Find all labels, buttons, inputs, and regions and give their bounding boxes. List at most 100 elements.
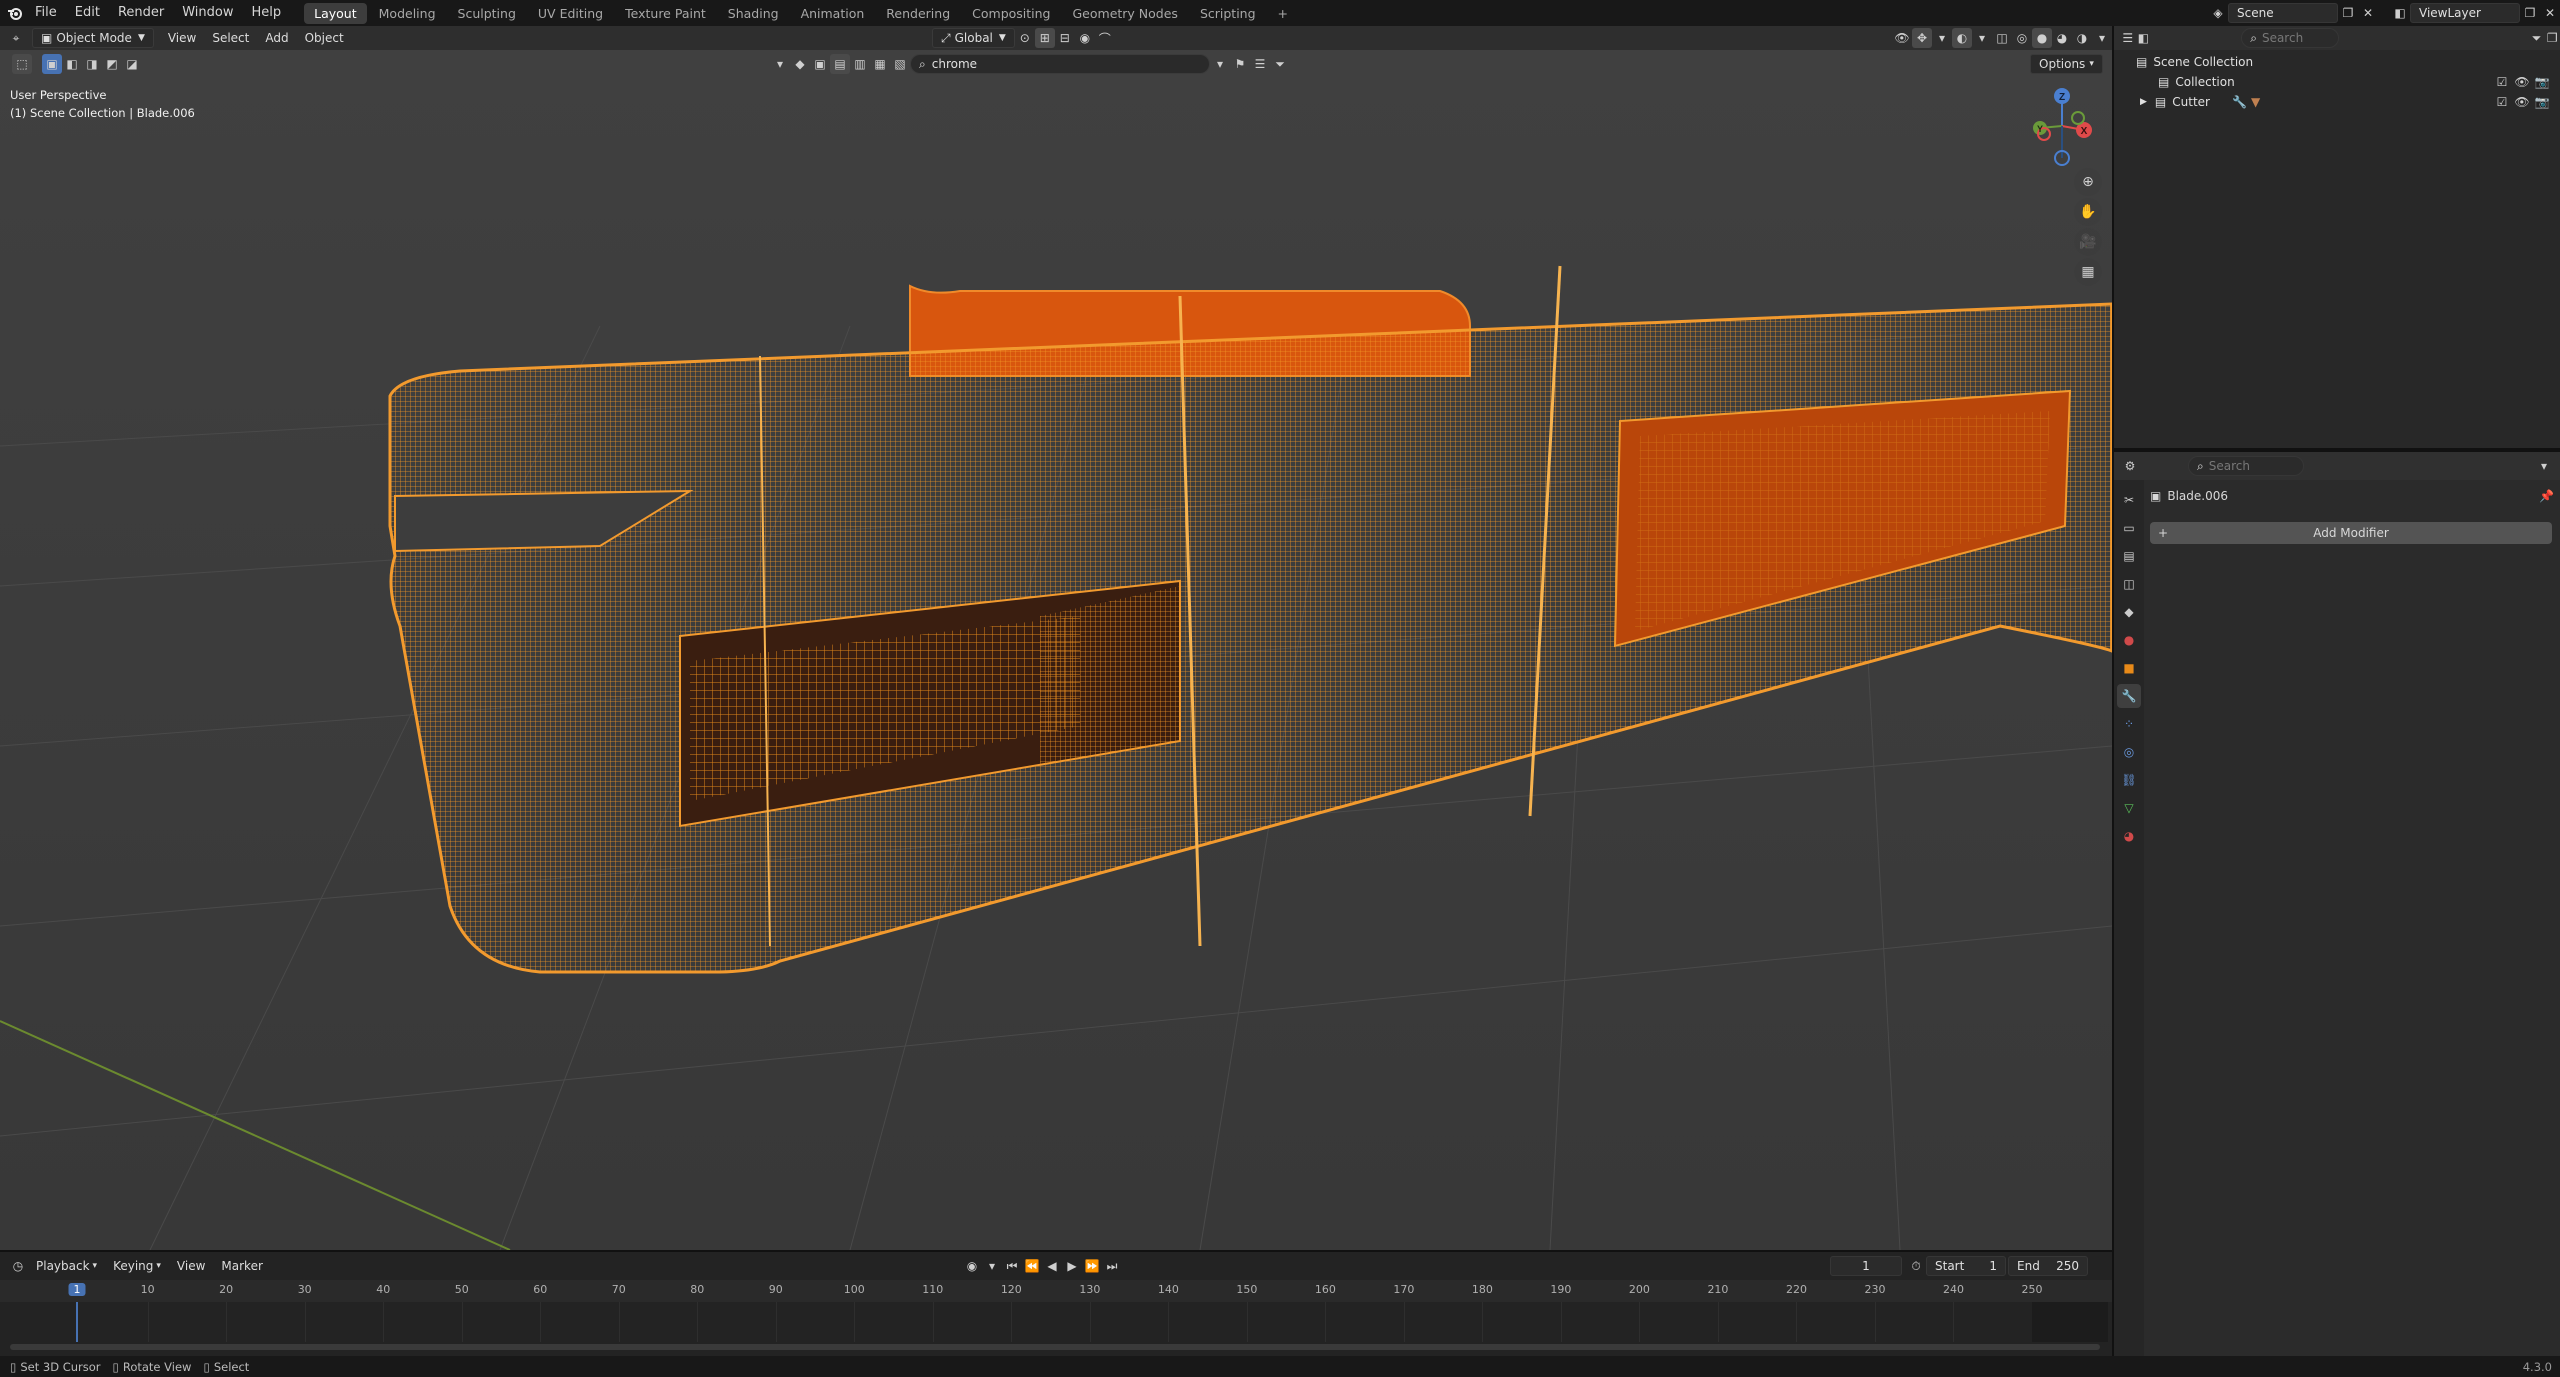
add-modifier-button[interactable]: + Add Modifier <box>2150 522 2552 544</box>
object-type-icon[interactable]: ◆ <box>790 54 810 74</box>
record-icon[interactable]: ◉ <box>962 1256 982 1276</box>
area-divider[interactable] <box>2112 26 2114 1356</box>
pin-icon[interactable]: 📌 <box>2539 489 2554 503</box>
filter-icon[interactable]: ⏷ <box>1270 54 1290 74</box>
select-invert-icon[interactable]: ◩ <box>102 54 122 74</box>
physics-tab-icon[interactable]: ◎ <box>2117 740 2141 764</box>
timeline-menu-marker[interactable]: Marker <box>213 1256 270 1276</box>
eye-icon[interactable]: 👁 <box>2512 92 2532 112</box>
new-view-layer-icon[interactable]: ❐ <box>2520 3 2540 23</box>
view-layer-tab-icon[interactable]: ◫ <box>2117 572 2141 596</box>
menu-window[interactable]: Window <box>173 0 242 26</box>
menu-file[interactable]: File <box>26 0 66 26</box>
display-mode-icon[interactable]: ☰ <box>1250 54 1270 74</box>
play-icon[interactable]: ▶ <box>1062 1256 1082 1276</box>
3d-viewport[interactable] <box>0 26 2112 1250</box>
overlays-toggle-icon[interactable]: ◐ <box>1952 28 1972 48</box>
camera-icon[interactable]: 📷 <box>2532 92 2552 112</box>
object-tab-icon[interactable]: ■ <box>2117 656 2141 680</box>
timeline-menu-playback[interactable]: Playback ▾ <box>28 1256 105 1276</box>
menu-edit[interactable]: Edit <box>66 0 109 26</box>
output-tab-icon[interactable]: ▤ <box>2117 544 2141 568</box>
tab-shading[interactable]: Shading <box>718 3 789 24</box>
area-divider[interactable] <box>0 1250 2112 1252</box>
chevron-down-icon[interactable]: ▾ <box>770 54 790 74</box>
current-frame-field[interactable]: 1 <box>1830 1256 1902 1276</box>
filter-icon[interactable]: ⏷ <box>2529 28 2545 48</box>
snap-target-icon[interactable]: ⊟ <box>1055 28 1075 48</box>
start-frame-field[interactable]: Start 1 <box>1926 1256 2006 1276</box>
navigation-gizmo[interactable]: Z X Y <box>2016 84 2100 174</box>
tab-sculpting[interactable]: Sculpting <box>448 3 526 24</box>
wireframe-shading-icon[interactable]: ◎ <box>2012 28 2032 48</box>
light-filter-icon[interactable]: ▥ <box>850 54 870 74</box>
rendered-shading-icon[interactable]: ◑ <box>2072 28 2092 48</box>
world-tab-icon[interactable]: ● <box>2117 628 2141 652</box>
end-frame-field[interactable]: End 250 <box>2008 1256 2088 1276</box>
tab-layout[interactable]: Layout <box>304 2 367 24</box>
chevron-down-icon[interactable]: ▾ <box>2534 456 2554 476</box>
outliner-row-collection[interactable]: ▤ Collection ☑ 👁 📷 <box>2114 72 2560 92</box>
tab-scripting[interactable]: Scripting <box>1190 3 1266 24</box>
camera-view-icon[interactable]: 🎥 <box>2074 228 2102 256</box>
delete-view-layer-icon[interactable]: ✕ <box>2540 3 2560 23</box>
modifier-tab-icon[interactable]: 🔧 <box>2117 684 2141 708</box>
pivot-icon[interactable]: ⊙ <box>1015 28 1035 48</box>
data-tab-icon[interactable]: ▽ <box>2117 796 2141 820</box>
proportional-edit-icon[interactable]: ◉ <box>1075 28 1095 48</box>
properties-search-input[interactable]: ⌕ Search <box>2188 456 2304 476</box>
new-scene-icon[interactable]: ❐ <box>2338 3 2358 23</box>
timeline-menu-view[interactable]: View <box>169 1256 213 1276</box>
empty-filter-icon[interactable]: ▦ <box>870 54 890 74</box>
particles-tab-icon[interactable]: ⁘ <box>2117 712 2141 736</box>
tab-compositing[interactable]: Compositing <box>962 3 1060 24</box>
play-reverse-icon[interactable]: ◀ <box>1042 1256 1062 1276</box>
select-intersect-icon[interactable]: ◪ <box>122 54 142 74</box>
tab-uv-editing[interactable]: UV Editing <box>528 3 613 24</box>
display-mode-icon[interactable]: ◧ <box>2136 28 2152 48</box>
scene-icon[interactable]: ◈ <box>2208 3 2228 23</box>
viewport-menu-add[interactable]: Add <box>257 28 296 48</box>
visibility-icon[interactable]: 👁 <box>1892 28 1912 48</box>
playhead-line[interactable] <box>76 1302 78 1342</box>
camera-icon[interactable]: 📷 <box>2532 72 2552 92</box>
overlays-menu-icon[interactable]: ▾ <box>1972 28 1992 48</box>
chevron-down-icon[interactable]: ▾ <box>982 1256 1002 1276</box>
tab-modeling[interactable]: Modeling <box>369 3 446 24</box>
other-filter-icon[interactable]: ▧ <box>890 54 910 74</box>
jump-start-icon[interactable]: ⏮ <box>1002 1256 1022 1276</box>
select-box-icon[interactable]: ⬚ <box>12 54 32 74</box>
area-divider[interactable] <box>2114 448 2560 452</box>
chevron-down-icon[interactable]: ▾ <box>1210 54 1230 74</box>
editor-type-icon[interactable]: ⌖ <box>6 28 26 48</box>
tool-tab-icon[interactable]: ✂ <box>2117 488 2141 512</box>
viewport-menu-object[interactable]: Object <box>297 28 352 48</box>
timeline-scrollbar[interactable] <box>10 1344 2100 1350</box>
tab-geometry-nodes[interactable]: Geometry Nodes <box>1063 3 1188 24</box>
tab-animation[interactable]: Animation <box>791 3 875 24</box>
mode-dropdown[interactable]: ▣ Object Mode ▼ <box>32 28 154 48</box>
scene-tab-icon[interactable]: ◆ <box>2117 600 2141 624</box>
viewport-menu-select[interactable]: Select <box>204 28 257 48</box>
material-shading-icon[interactable]: ◕ <box>2052 28 2072 48</box>
snap-icon[interactable]: ⊞ <box>1034 28 1055 48</box>
eye-icon[interactable]: 👁 <box>2512 72 2532 92</box>
viewport-search-input[interactable]: ⌕ chrome <box>910 54 1210 74</box>
exclude-checkbox-icon[interactable]: ☑ <box>2492 92 2512 112</box>
view-layer-icon[interactable]: ◧ <box>2390 3 2410 23</box>
new-collection-icon[interactable]: ❐ <box>2544 28 2560 48</box>
view-layer-field[interactable]: ViewLayer <box>2410 3 2520 23</box>
properties-editor-icon[interactable]: ⚙ <box>2120 456 2140 476</box>
exclude-checkbox-icon[interactable]: ☑ <box>2492 72 2512 92</box>
tab-rendering[interactable]: Rendering <box>876 3 960 24</box>
options-button[interactable]: Options ▾ <box>2030 54 2103 74</box>
outliner-editor-icon[interactable]: ☰ <box>2120 28 2136 48</box>
timeline-editor-icon[interactable]: ◷ <box>8 1256 28 1276</box>
pan-hand-icon[interactable]: ✋ <box>2074 198 2102 226</box>
clock-icon[interactable]: ⏱ <box>1906 1256 1926 1276</box>
expand-arrow-icon[interactable]: ▶ <box>2140 97 2147 107</box>
menu-help[interactable]: Help <box>243 0 291 26</box>
camera-filter-icon[interactable]: ▤ <box>830 54 850 74</box>
jump-end-icon[interactable]: ⏭ <box>1102 1256 1122 1276</box>
outliner-row-cutter[interactable]: ▶ ▤ Cutter 🔧 ▼ ☑ 👁 📷 <box>2114 92 2560 112</box>
